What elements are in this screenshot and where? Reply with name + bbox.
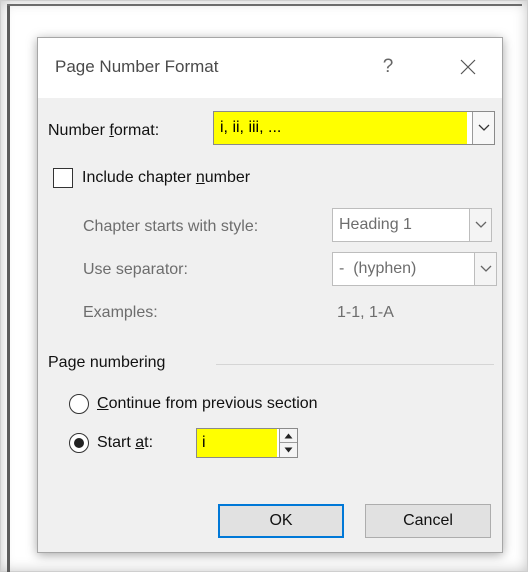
start-at-spinner[interactable]: i	[196, 428, 298, 458]
window-edge-top	[7, 4, 522, 6]
page-numbering-divider	[216, 364, 494, 365]
triangle-up-icon	[284, 433, 293, 439]
help-button[interactable]: ?	[368, 50, 408, 84]
chapter-style-label: Chapter starts with style:	[83, 218, 259, 235]
spin-down-button[interactable]	[280, 443, 297, 457]
continue-radio[interactable]	[69, 394, 89, 414]
ok-button[interactable]: OK	[218, 504, 344, 538]
start-at-spin-buttons	[279, 429, 297, 457]
number-format-label: Number format:	[48, 122, 160, 139]
number-format-dropdown[interactable]: i, ii, iii, ...	[213, 111, 495, 145]
triangle-down-icon	[284, 447, 293, 453]
start-at-radio[interactable]	[69, 433, 89, 453]
dialog-title: Page Number Format	[55, 57, 219, 76]
close-button[interactable]	[446, 50, 490, 84]
close-icon	[460, 59, 476, 75]
start-at-label: Start at:	[97, 434, 154, 451]
examples-value: 1-1, 1-A	[337, 304, 394, 321]
chevron-down-icon	[478, 124, 490, 131]
number-format-value: i, ii, iii, ...	[214, 112, 467, 144]
spin-up-button[interactable]	[280, 429, 297, 443]
separator-dropdown[interactable]: - (hyphen)	[332, 252, 497, 286]
chapter-style-dropdown-arrow[interactable]	[469, 209, 491, 241]
separator-value: - (hyphen)	[339, 260, 417, 277]
include-chapter-label: Include chapter number	[82, 169, 251, 186]
cancel-button[interactable]: Cancel	[365, 504, 491, 538]
start-at-value[interactable]: i	[197, 429, 277, 457]
radio-selected-dot	[74, 438, 84, 448]
page-numbering-heading: Page numbering	[48, 354, 166, 371]
window-edge-left	[7, 4, 10, 572]
chevron-down-icon	[480, 265, 492, 272]
include-chapter-checkbox[interactable]	[53, 168, 73, 188]
title-bar: Page Number Format ?	[38, 38, 502, 98]
chapter-style-value: Heading 1	[339, 216, 412, 233]
separator-dropdown-arrow[interactable]	[474, 253, 496, 285]
continue-label: Continue from previous section	[97, 395, 318, 412]
number-format-dropdown-arrow[interactable]	[472, 112, 494, 144]
chevron-down-icon	[475, 221, 487, 228]
page-number-format-dialog: Page Number Format ? Number format: i, i…	[37, 37, 503, 553]
chapter-style-dropdown[interactable]: Heading 1	[332, 208, 492, 242]
separator-label: Use separator:	[83, 261, 188, 278]
examples-label: Examples:	[83, 304, 158, 321]
